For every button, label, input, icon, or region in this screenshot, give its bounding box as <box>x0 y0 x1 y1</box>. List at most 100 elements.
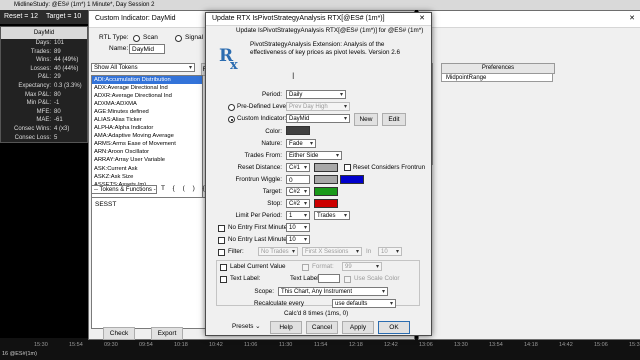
token-list-item[interactable]: ADI:Accumulation Distribution <box>92 76 202 85</box>
text-label-checkbox[interactable] <box>220 276 227 283</box>
period-label: Period: <box>262 91 282 98</box>
reset-considers-checkbox[interactable] <box>344 164 351 171</box>
cancel-button[interactable]: Cancel <box>306 321 338 334</box>
scope-select[interactable]: This Chart, Any Instrument <box>278 287 388 297</box>
stats-key: MFE: <box>36 108 51 115</box>
token-list-item[interactable]: AGE:Minutes defined <box>92 108 202 116</box>
name-input[interactable]: DayMid <box>129 44 165 54</box>
cursor-icon: I <box>292 71 295 81</box>
stats-row: Max P&L: 80 <box>1 91 87 100</box>
period-select[interactable]: Daily <box>286 90 346 100</box>
formula-editor[interactable]: SESST <box>91 197 207 329</box>
token-list-item[interactable]: ARRAY:Array User Variable <box>92 156 202 164</box>
ok-button[interactable]: OK <box>378 321 410 334</box>
stats-row: Min P&L: -1 <box>1 99 87 108</box>
label-current-checkbox[interactable] <box>220 264 227 271</box>
token-list-item[interactable]: ASKZ:Ask Size <box>92 173 202 181</box>
recalc-label: Recalculate every <box>254 300 305 307</box>
predefined-select[interactable]: Prev Day High <box>286 102 350 112</box>
reset-distance-select[interactable]: C#1 <box>286 163 310 173</box>
token-list-item[interactable]: ADXMA:ADXMA <box>92 100 202 108</box>
trades-from-select[interactable]: Either Side <box>286 151 342 161</box>
frontrun-color-swatch[interactable] <box>314 175 338 184</box>
target-select[interactable]: C#2 <box>286 187 310 197</box>
close-icon[interactable]: ✕ <box>629 11 635 27</box>
stats-key: Wins: <box>36 57 51 64</box>
name-label: Name: <box>109 45 129 52</box>
frontrun-color-swatch-2[interactable] <box>340 175 364 184</box>
stats-header: DayMid <box>1 27 87 39</box>
target-color-swatch[interactable] <box>314 187 338 196</box>
dialog-title: Update RTX IsPivotStrategyAnalysis RTX[@… <box>212 15 385 22</box>
recalc-select[interactable]: use defaults <box>332 299 396 309</box>
filter-checkbox[interactable] <box>218 249 225 256</box>
limit-unit-select[interactable]: Trades <box>314 211 350 221</box>
time-tick: 10:42 <box>209 342 223 348</box>
predefined-label: Pre-Defined Level: <box>237 103 290 110</box>
edit-button[interactable]: Edit <box>382 113 406 126</box>
custom-indicator-radio[interactable] <box>228 116 235 123</box>
presets-menu[interactable]: Presets ⌄ <box>232 323 260 330</box>
token-list-item[interactable]: ADXR:Average Directional Ind <box>92 92 202 100</box>
stats-row: P&L: 29 <box>1 73 87 82</box>
format-label: Format: <box>312 263 334 270</box>
predefined-radio[interactable] <box>228 104 235 111</box>
token-list-item[interactable]: ADX:Average Directional Ind <box>92 84 202 92</box>
reset-color-swatch[interactable] <box>314 163 338 172</box>
token-list-item[interactable]: ARMS:Arms Ease of Movement <box>92 140 202 148</box>
filter-in-label: In <box>366 248 372 255</box>
format-checkbox[interactable] <box>302 264 309 271</box>
token-filter-select[interactable]: Show All Tokens <box>91 63 195 73</box>
reset-considers-label: Reset Considers Frontrun <box>353 164 426 171</box>
instrument-label: 16 @ES#(1m) <box>2 351 37 357</box>
custom-indicator-select[interactable]: DayMid <box>286 114 350 124</box>
preferences-value[interactable]: MidpointRange <box>441 73 553 82</box>
color-swatch[interactable] <box>286 126 310 135</box>
token-list-item[interactable]: ARN:Aroon Oscillator <box>92 148 202 156</box>
trades-from-label: Trades From: <box>244 152 282 159</box>
help-button[interactable]: Help <box>270 321 302 334</box>
update-rtx-dialog: Update RTX IsPivotStrategyAnalysis RTX[@… <box>205 12 432 336</box>
token-list-item[interactable]: ALIAS:Alias Ticker <box>92 116 202 124</box>
apply-button[interactable]: Apply <box>342 321 374 334</box>
no-entry-last-checkbox[interactable] <box>218 237 225 244</box>
limit-select[interactable]: 1 <box>286 211 310 221</box>
signal-radio[interactable] <box>175 35 182 42</box>
stats-value: 40 (44%) <box>54 65 79 72</box>
stats-value: 80 <box>54 108 61 115</box>
scan-radio[interactable] <box>133 35 140 42</box>
stats-key: Trades: <box>30 48 51 55</box>
token-list-item[interactable]: ALPHA:Alpha Indicator <box>92 124 202 132</box>
export-button[interactable]: Export <box>151 327 183 340</box>
no-entry-first-select[interactable]: 10 <box>286 223 310 233</box>
time-tick: 13:06 <box>419 342 433 348</box>
stats-key: P&L: <box>37 74 51 81</box>
update-rtx-titlebar[interactable]: Update RTX IsPivotStrategyAnalysis RTX[@… <box>206 13 431 26</box>
filter-select[interactable]: No Trades <box>258 247 298 257</box>
signal-label: Signal <box>185 34 204 41</box>
stop-color-swatch[interactable] <box>314 199 338 208</box>
operator-buttons[interactable]: T { ( ) { <box>161 185 208 192</box>
token-list-item[interactable]: ASK:Current Ask <box>92 165 202 173</box>
use-scale-color-checkbox[interactable] <box>344 276 351 283</box>
svg-text:x: x <box>230 58 238 73</box>
no-entry-last-select[interactable]: 10 <box>286 235 310 245</box>
time-tick: 11:54 <box>314 342 328 348</box>
tokens-functions-select[interactable]: -- Tokens & Functions -- <box>91 185 157 204</box>
token-list-item[interactable]: AMA:Adaptive Moving Average <box>92 132 202 140</box>
no-entry-last-label: No Entry Last Minutes <box>228 236 290 243</box>
stop-select[interactable]: C#2 <box>286 199 310 209</box>
new-button[interactable]: New <box>354 113 378 126</box>
frontrun-input[interactable]: 0 <box>286 175 310 184</box>
nature-select[interactable]: Fade <box>286 139 316 149</box>
time-axis: 15:30 15:54 09:30 09:54 10:18 10:42 11:06 11:30… <box>0 338 640 360</box>
nature-label: Nature: <box>261 140 282 147</box>
close-icon[interactable]: ✕ <box>419 13 425 25</box>
label-current-label: Label Current Value <box>230 263 286 270</box>
no-entry-first-checkbox[interactable] <box>218 225 225 232</box>
text-label-input[interactable] <box>318 274 340 283</box>
filter-num-select[interactable]: 10 <box>378 247 402 257</box>
format-select[interactable]: 99 <box>342 262 382 272</box>
filter-sessions-select[interactable]: First X Sessions <box>302 247 362 257</box>
check-button[interactable]: Check <box>103 327 135 340</box>
